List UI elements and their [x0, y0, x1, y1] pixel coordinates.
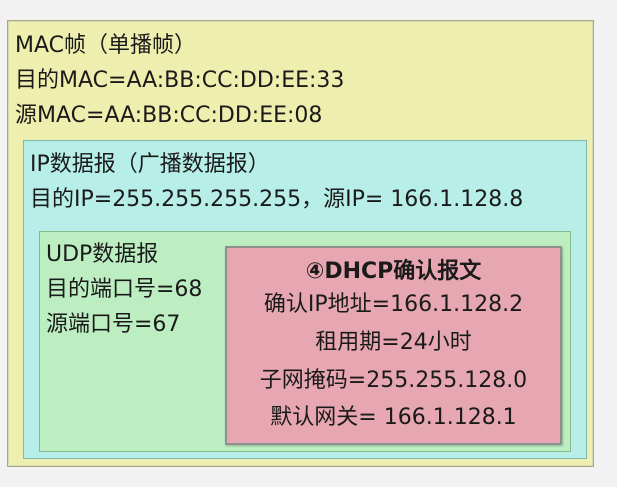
ip-addresses: 目的IP=255.255.255.255，源IP= 166.1.128.8 [30, 187, 524, 212]
udp-src-port: 源端口号=67 [46, 312, 181, 337]
udp-datagram-title: UDP数据报 [46, 242, 159, 267]
dhcp-message-box: ④DHCP确认报文 确认IP地址=166.1.128.2 租用期=24小时 子网… [225, 246, 562, 445]
ip-packet-title: IP数据报（广播数据报） [30, 152, 270, 177]
mac-frame-title: MAC帧（单播帧） [15, 33, 197, 58]
dhcp-lease-time: 租用期=24小时 [315, 330, 472, 355]
dhcp-confirmed-ip: 确认IP地址=166.1.128.2 [263, 292, 524, 317]
dhcp-default-gateway: 默认网关= 166.1.128.1 [270, 405, 517, 430]
dhcp-subnet-mask: 子网掩码=255.255.128.0 [259, 368, 528, 393]
dhcp-message-title: ④DHCP确认报文 [305, 259, 482, 284]
mac-src-address: 源MAC=AA:BB:CC:DD:EE:08 [15, 103, 323, 128]
udp-dest-port: 目的端口号=68 [46, 277, 203, 302]
mac-dest-address: 目的MAC=AA:BB:CC:DD:EE:33 [15, 68, 345, 93]
